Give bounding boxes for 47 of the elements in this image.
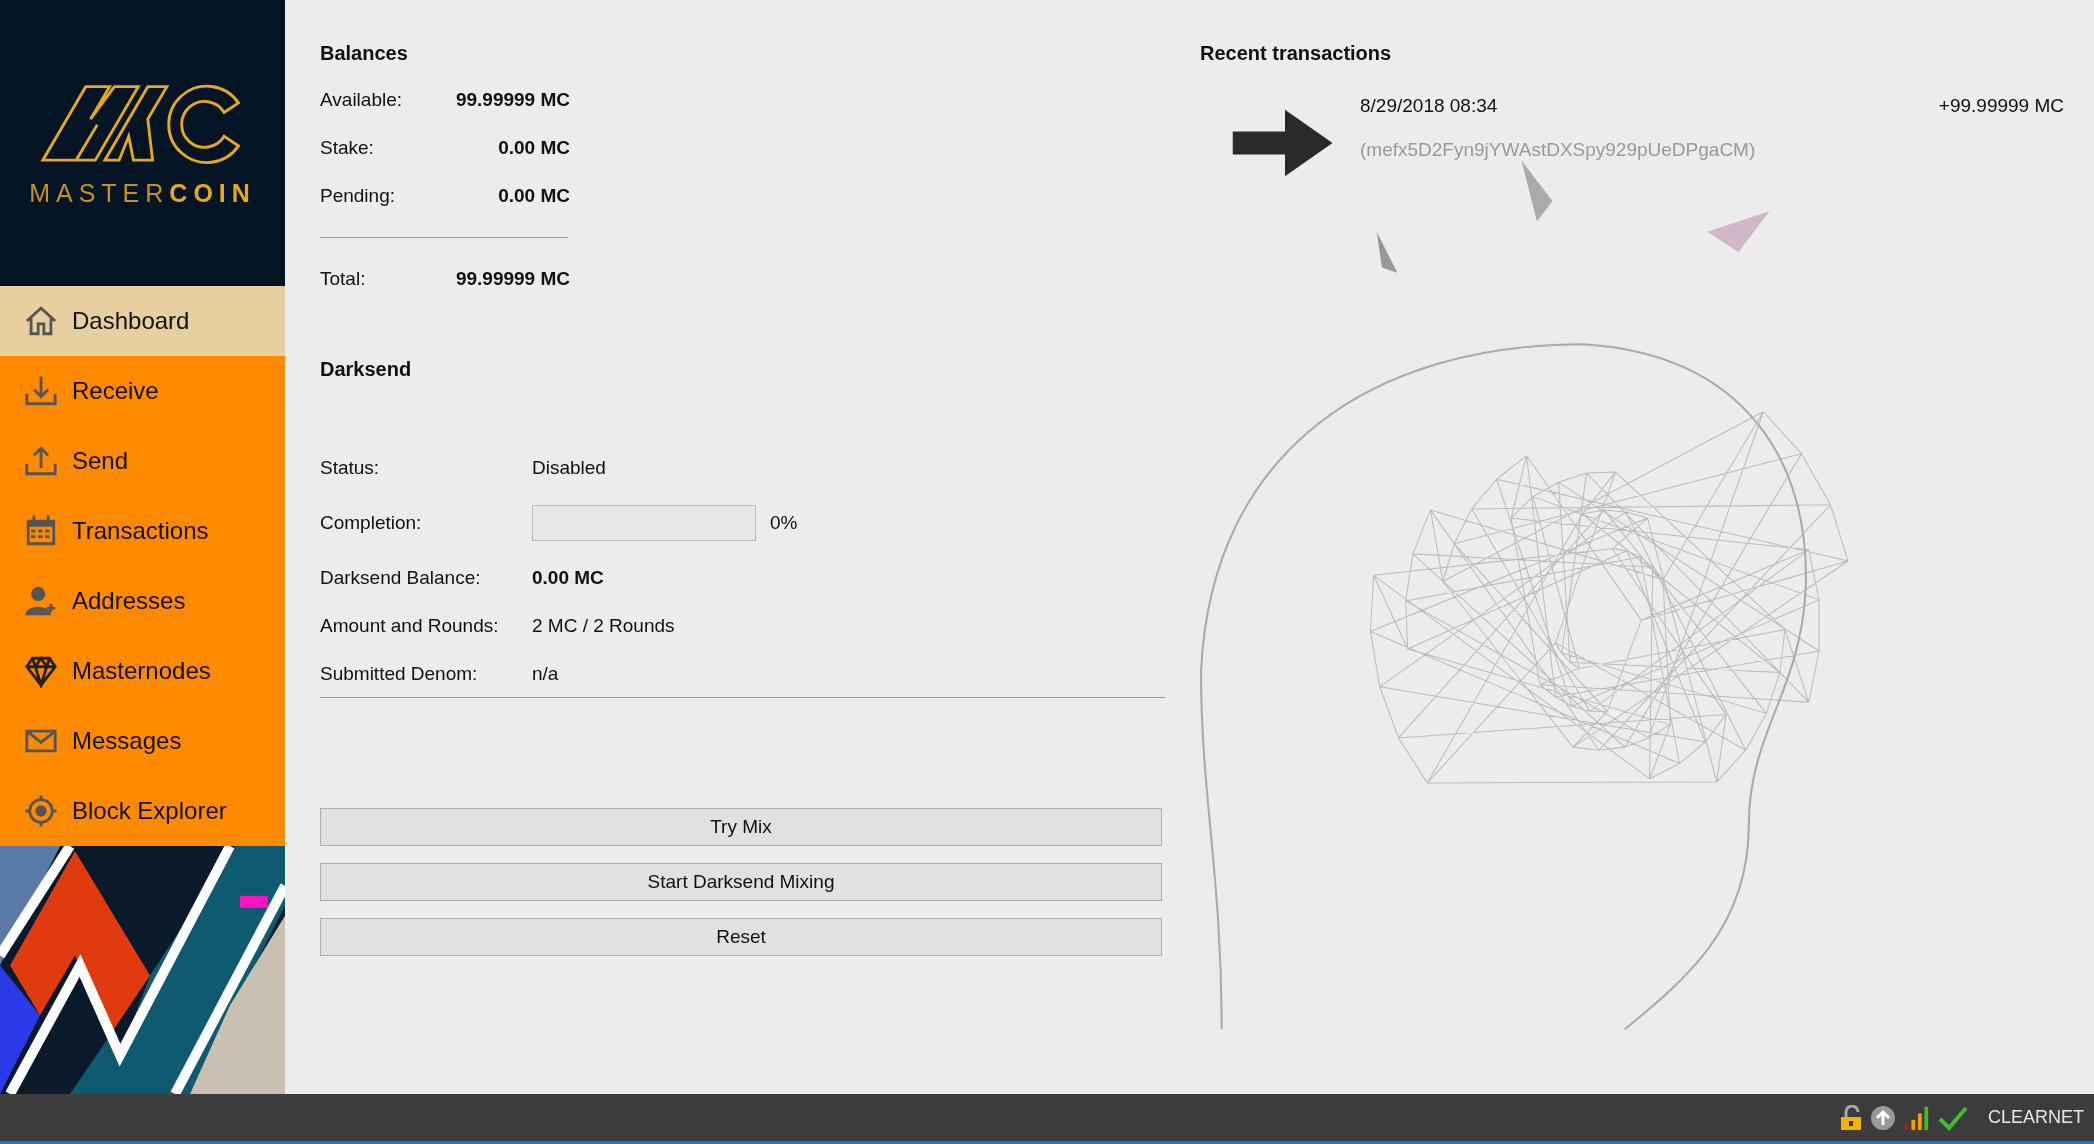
balance-label: Available: <box>320 89 404 111</box>
section-heading: Recent transactions <box>1200 42 1393 65</box>
darksend-value: n/a <box>532 663 560 685</box>
balance-label: Stake: <box>320 137 375 159</box>
balance-value: 99.99999 MC <box>454 89 570 111</box>
checkmark-icon <box>1937 1104 1968 1131</box>
transaction-address: (mefx5D2Fyn9jYWAstDXSpy929pUeDPgaCM) <box>1360 139 1757 161</box>
diamond-icon <box>24 654 58 688</box>
darksend-value: 0.00 MC <box>532 567 605 589</box>
total-label: Total: <box>320 268 367 290</box>
user-add-icon <box>24 584 58 618</box>
transaction-amount: +99.99999 MC <box>1938 95 2064 117</box>
darksend-label: Amount and Rounds: <box>320 615 500 637</box>
upload-circle-icon <box>1869 1104 1896 1131</box>
balance-label: Pending: <box>320 185 396 207</box>
sidebar-item[interactable]: Transactions <box>0 496 285 566</box>
darksend-label: Completion: <box>320 512 423 534</box>
house-icon <box>24 304 58 338</box>
darksend-value: 2 MC / 2 Rounds <box>532 615 676 637</box>
section-heading: Darksend <box>320 358 413 381</box>
sidebar-item[interactable]: Block Explorer <box>0 776 285 846</box>
darksend-label: Darksend Balance: <box>320 567 482 589</box>
padlock-icon <box>1839 1104 1862 1131</box>
upload-icon <box>24 444 58 478</box>
sidebar-item[interactable]: Receive <box>0 356 285 426</box>
logo-wordmark: MASTER COIN <box>29 178 256 208</box>
balance-value: 0.00 MC <box>497 185 570 207</box>
action-button[interactable]: Start Darksend Mixing <box>320 863 1162 901</box>
action-button[interactable]: Reset <box>320 918 1162 956</box>
sidebar-item[interactable]: Send <box>0 426 285 496</box>
darksend-value: Disabled <box>532 457 607 479</box>
balance-value: 0.00 MC <box>497 137 570 159</box>
darksend-label: Status: <box>320 457 381 479</box>
sidebar-item[interactable]: Masternodes <box>0 636 285 706</box>
sidebar-item[interactable]: Dashboard <box>0 286 285 356</box>
sidebar-item[interactable]: Addresses <box>0 566 285 636</box>
calendar-icon <box>24 514 58 548</box>
sidebar-item[interactable]: Messages <box>0 706 285 776</box>
action-button[interactable]: Try Mix <box>320 808 1162 846</box>
total-value: 99.99999 MC <box>454 268 570 290</box>
darksend-label: Submitted Denom: <box>320 663 479 685</box>
progress-percent: 0% <box>770 512 798 534</box>
transaction-date: 8/29/2018 08:34 <box>1360 95 1498 117</box>
network-status: CLEARNET <box>1987 1107 2084 1128</box>
section-heading: Balances <box>320 42 409 65</box>
download-icon <box>24 374 58 408</box>
target-icon <box>24 794 58 828</box>
